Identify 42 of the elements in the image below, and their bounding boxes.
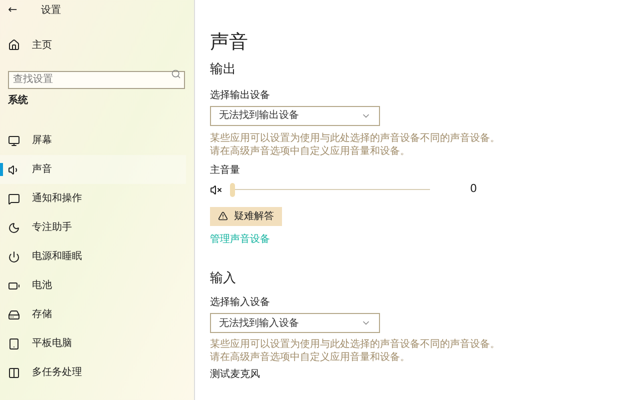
section-heading: 输入 — [210, 270, 237, 288]
nav-item[interactable]: 通知和操作 — [0, 184, 186, 213]
monitor-icon — [8, 134, 20, 146]
back-button[interactable]: ← — [8, 2, 18, 18]
nav-item[interactable]: 多任务处理 — [0, 358, 186, 387]
field-label: 选择输出设备 — [210, 88, 271, 102]
home-icon — [8, 39, 20, 51]
section-heading: 系统 — [7, 94, 29, 108]
volume-reading: 0 — [470, 181, 477, 198]
search-icon — [171, 69, 181, 79]
battery-icon — [8, 280, 20, 292]
nav-item[interactable]: 专注助手 — [0, 213, 186, 242]
device-dropdown[interactable]: 无法找到输入设备 — [210, 313, 380, 333]
slider-thumb[interactable] — [230, 182, 235, 196]
device-dropdown[interactable]: 无法找到输出设备 — [210, 106, 380, 126]
nav-item[interactable]: 存储 — [0, 300, 186, 329]
columns-icon — [8, 366, 20, 378]
moon-icon — [8, 222, 20, 234]
warning-icon — [218, 211, 228, 221]
home-item[interactable]: 主页 — [0, 36, 186, 54]
nav-item[interactable]: 屏幕 — [0, 126, 186, 155]
nav-item[interactable]: 平板电脑 — [0, 329, 186, 358]
section-heading: 输出 — [210, 61, 237, 79]
search-field[interactable]: 查找设置 — [8, 70, 185, 88]
hint-text: 某些应用可以设置为使用与此处选择的声音设备不同的声音设备。请在高级声音选项中自定义应用音量和设备。 — [210, 338, 500, 364]
muted-speaker-icon[interactable] — [210, 184, 222, 196]
nav-item[interactable]: 电池 — [0, 271, 186, 300]
tablet-icon — [8, 338, 20, 350]
field-label: 选择输入设备 — [210, 296, 271, 310]
power-icon — [8, 250, 20, 262]
nav-item[interactable]: 声音 — [0, 155, 186, 184]
speaker-icon — [8, 164, 20, 176]
storage-icon — [8, 308, 20, 320]
page-title: 声音 — [210, 30, 249, 54]
hint-text: 某些应用可以设置为使用与此处选择的声音设备不同的声音设备。请在高级声音选项中自定义应用音量和设备。 — [210, 132, 500, 158]
troubleshoot-button[interactable]: 疑难解答 — [210, 206, 282, 226]
field-label: 测试麦克风 — [210, 368, 261, 382]
nav-item[interactable]: 电源和睡眠 — [0, 242, 186, 271]
volume-slider[interactable] — [230, 182, 430, 196]
field-label: 主音量 — [210, 164, 241, 178]
window-title: 设置 — [41, 4, 62, 18]
message-icon — [8, 192, 20, 204]
